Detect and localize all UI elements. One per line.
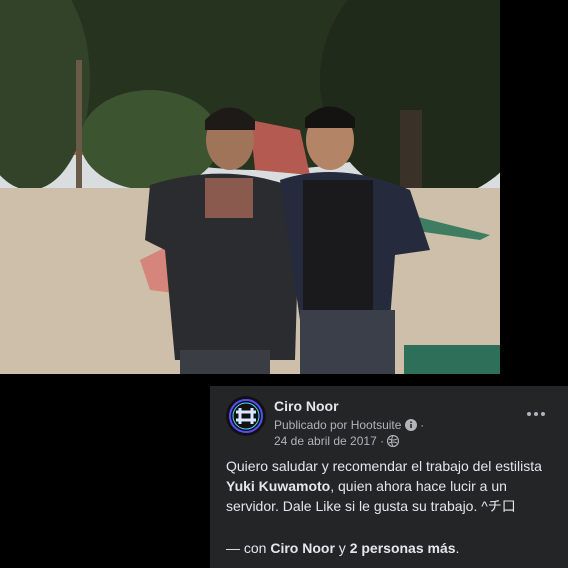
author-avatar[interactable]	[226, 396, 266, 436]
meta-separator: ·	[420, 418, 425, 432]
date-separator: ·	[380, 434, 385, 448]
avatar-logo-icon	[226, 396, 266, 436]
post-card: Ciro Noor Publicado por Hootsuite · 24 d…	[210, 386, 568, 568]
with-conj: y	[334, 540, 350, 556]
with-prefix: — con	[226, 540, 271, 556]
photo-scene	[0, 0, 500, 374]
published-by-text[interactable]: Publicado por Hootsuite	[274, 418, 401, 432]
more-options-button[interactable]	[524, 404, 548, 424]
post-text-start: Quiero saludar y recomendar el trabajo d…	[226, 458, 542, 474]
others-link[interactable]: 2 personas más	[350, 540, 456, 556]
post-text: Quiero saludar y recomendar el trabajo d…	[226, 456, 558, 516]
post-meta-publisher: Publicado por Hootsuite ·	[274, 418, 424, 434]
post-meta-date: 24 de abril de 2017 ·	[274, 434, 400, 450]
globe-icon[interactable]	[387, 434, 400, 450]
post-photo[interactable]	[0, 0, 500, 374]
author-name[interactable]: Ciro Noor	[274, 398, 339, 414]
tagged-person-link[interactable]: Ciro Noor	[270, 540, 335, 556]
post-date[interactable]: 24 de abril de 2017	[274, 434, 377, 448]
info-icon[interactable]	[404, 419, 417, 434]
more-options-icon	[527, 412, 531, 416]
tagged-people: — con Ciro Noor y 2 personas más.	[226, 540, 459, 556]
with-end: .	[455, 540, 460, 556]
mention-link[interactable]: Yuki Kuwamoto	[226, 478, 330, 494]
